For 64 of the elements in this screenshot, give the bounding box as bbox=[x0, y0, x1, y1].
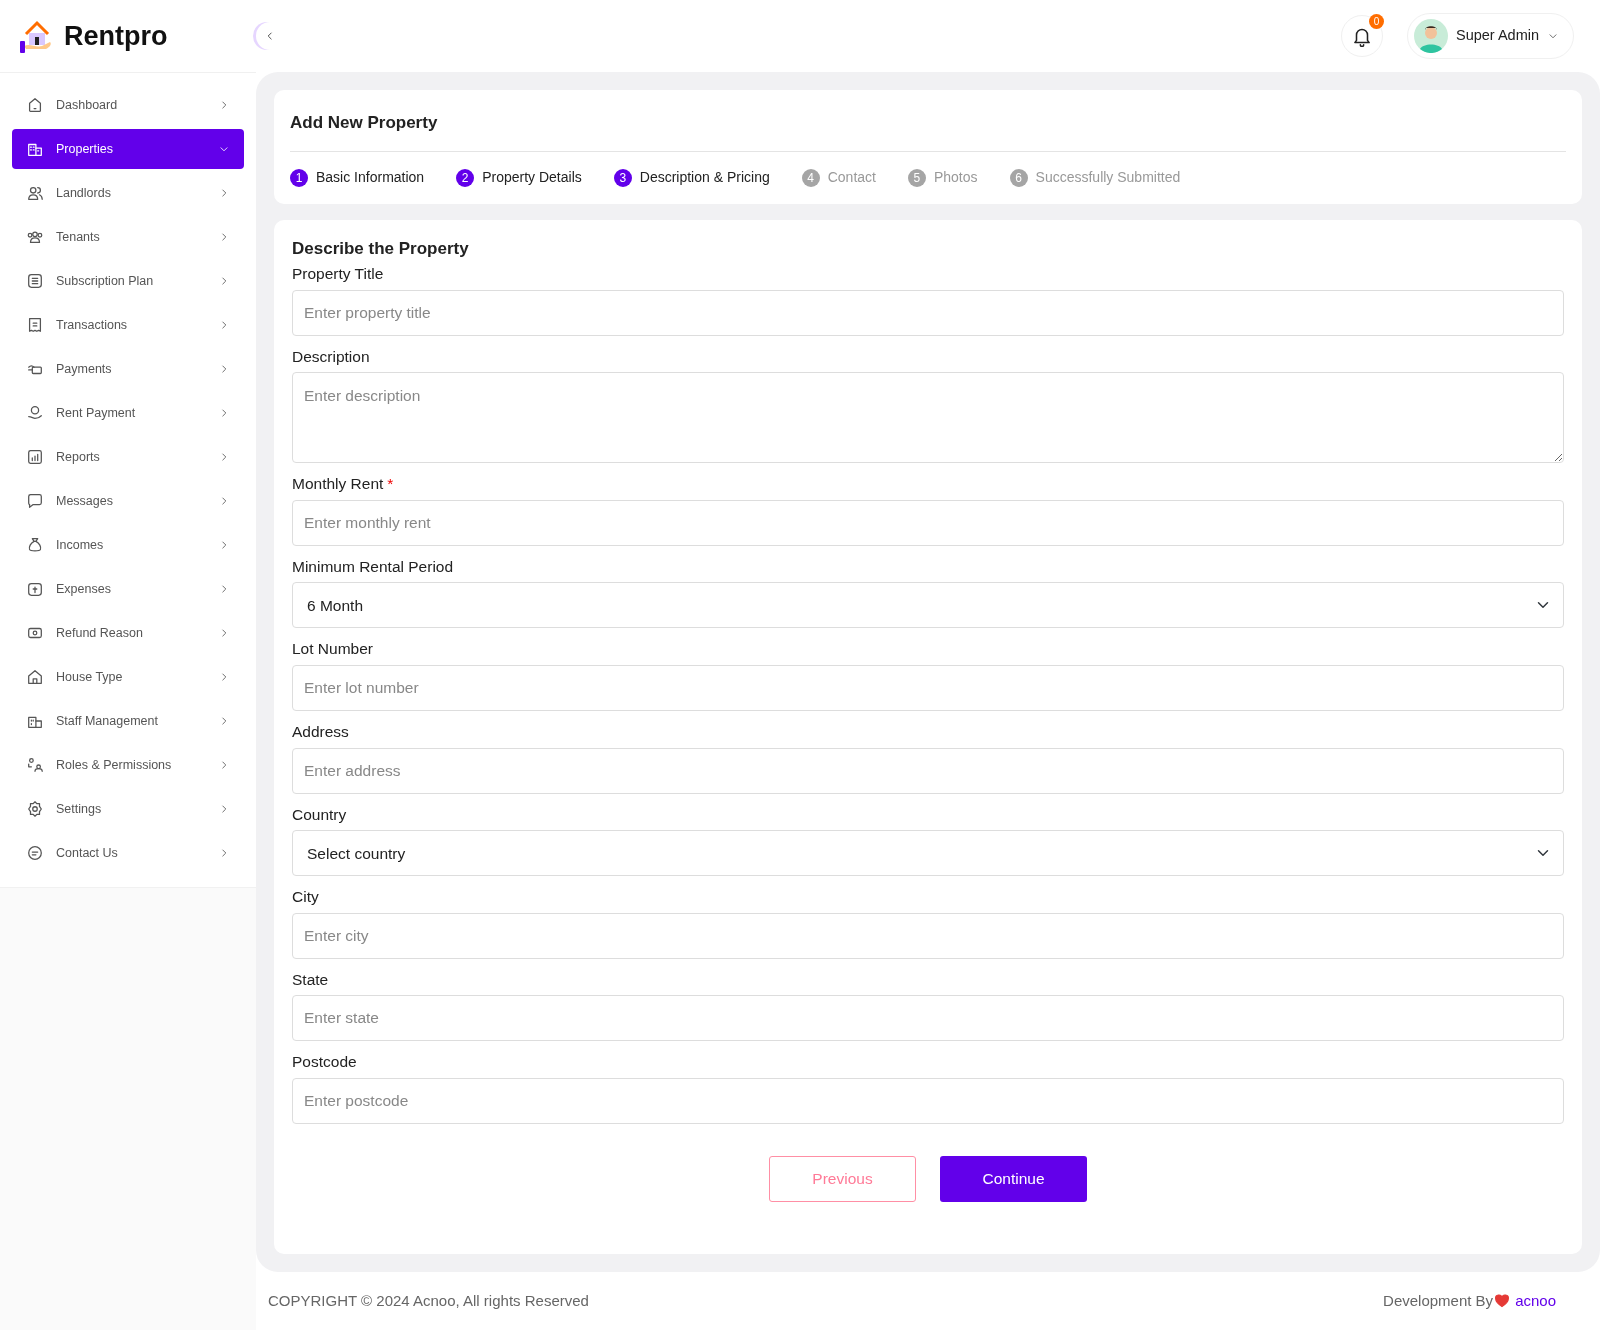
wizard-step[interactable]: 2 Property Details bbox=[456, 167, 582, 188]
field-label: Description bbox=[292, 347, 371, 367]
sidebar-item[interactable]: Rent Payment bbox=[12, 393, 244, 433]
field-label: Address bbox=[292, 722, 350, 742]
sidebar-item[interactable]: Contact Us bbox=[12, 833, 244, 873]
money-bag-icon bbox=[26, 536, 44, 554]
credit-link[interactable]: acnoo bbox=[1515, 1289, 1556, 1313]
settings-icon bbox=[26, 800, 44, 818]
wizard-step[interactable]: 3 Description & Pricing bbox=[613, 167, 770, 188]
input-field[interactable]: Enter lot number bbox=[292, 664, 1564, 711]
group-icon bbox=[26, 228, 44, 246]
field-label: Property Title bbox=[292, 265, 385, 284]
house-icon bbox=[26, 668, 44, 686]
sidebar-item[interactable]: Settings bbox=[12, 789, 244, 829]
wizard-step[interactable]: 1 Basic Information bbox=[290, 167, 425, 188]
field-label: Country bbox=[292, 805, 348, 825]
heart-icon bbox=[1493, 1293, 1512, 1309]
section-title: Describe the Property bbox=[292, 237, 470, 260]
sidebar-item[interactable]: Landlords bbox=[12, 173, 244, 213]
sidebar-item[interactable]: Expenses bbox=[12, 569, 244, 609]
select-field[interactable]: Select country bbox=[292, 830, 1564, 877]
textarea-field[interactable]: Enter description bbox=[292, 372, 1564, 464]
sidebar-item[interactable]: Staff Management bbox=[12, 701, 244, 741]
sidebar-item[interactable]: Properties bbox=[12, 129, 244, 169]
field-label: State bbox=[292, 970, 330, 990]
user-switch-icon bbox=[26, 756, 44, 774]
sidebar-item[interactable]: Transactions bbox=[12, 305, 244, 345]
input-field[interactable]: Enter postcode bbox=[292, 1077, 1564, 1124]
field-label: City bbox=[292, 888, 320, 907]
required-mark: * bbox=[387, 475, 394, 494]
chart-icon bbox=[26, 448, 44, 466]
field-label: Lot Number bbox=[292, 640, 374, 659]
users-icon bbox=[26, 184, 44, 202]
page-title: Add New Property bbox=[290, 106, 1566, 152]
sidebar-item[interactable]: Reports bbox=[12, 437, 244, 477]
input-field[interactable]: Enter address bbox=[292, 747, 1564, 794]
sidebar-item[interactable]: Tenants bbox=[12, 217, 244, 257]
avatar-icon bbox=[1413, 19, 1448, 53]
sidebar-item[interactable]: House Type bbox=[12, 657, 244, 697]
brand-name: Rentpro bbox=[64, 19, 168, 53]
sidebar-item[interactable]: Refund Reason bbox=[12, 613, 244, 653]
sidebar-item[interactable]: Roles & Permissions bbox=[12, 745, 244, 785]
continue-button[interactable]: Continue bbox=[940, 1155, 1087, 1202]
input-field[interactable]: Enter city bbox=[292, 912, 1564, 959]
field-label: Monthly Rent bbox=[292, 475, 384, 494]
input-field[interactable]: Enter property title bbox=[292, 289, 1564, 336]
smile-chat-icon bbox=[26, 844, 44, 862]
input-field[interactable]: Enter state bbox=[292, 995, 1564, 1042]
receipt-icon bbox=[26, 316, 44, 334]
sidebar-item[interactable]: Incomes bbox=[12, 525, 244, 565]
sidebar-item[interactable]: Dashboard bbox=[12, 85, 244, 125]
sidebar-item[interactable]: Payments bbox=[12, 349, 244, 389]
sidebar-item[interactable]: Messages bbox=[12, 481, 244, 521]
input-field[interactable]: Enter monthly rent bbox=[292, 499, 1564, 546]
credit-text: Development By bbox=[1383, 1290, 1494, 1311]
notification-count: 0 bbox=[1368, 14, 1384, 29]
field-label: Postcode bbox=[292, 1053, 358, 1072]
field-label: Minimum Rental Period bbox=[292, 557, 455, 577]
home-icon bbox=[26, 96, 44, 114]
select-field[interactable]: 6 Month bbox=[292, 582, 1564, 629]
sidebar-item[interactable]: Subscription Plan bbox=[12, 261, 244, 301]
chat-icon bbox=[26, 492, 44, 510]
list-icon bbox=[26, 272, 44, 290]
copyright-text: COPYRIGHT © 2024 Acnoo, All rights Reserved bbox=[268, 1290, 590, 1311]
